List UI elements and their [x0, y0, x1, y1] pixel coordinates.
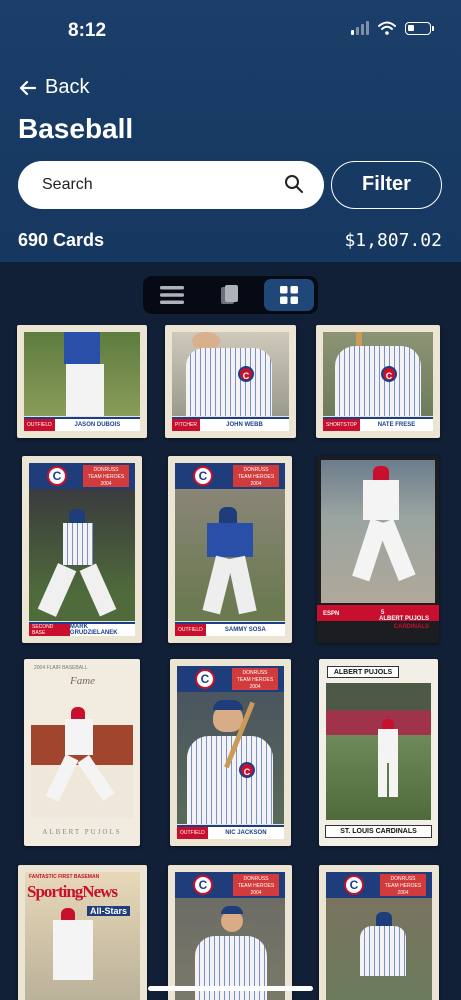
- card-name-bar: OUTFIELD SAMMY SOSA: [175, 622, 285, 636]
- card-position: SHORTSTOP: [323, 419, 360, 431]
- card-count: 690 Cards: [18, 230, 105, 250]
- card-brand: ESPN: [323, 611, 340, 617]
- card-photo: [31, 685, 133, 818]
- card-brand: DONRUSS: [243, 467, 269, 473]
- card-player-name: ALBERT PUJOLS: [378, 616, 429, 622]
- card-photo: [326, 898, 432, 1000]
- card-position: OUTFIELD: [175, 624, 206, 636]
- grid-view-button[interactable]: [264, 279, 314, 311]
- card-team: ST. LOUIS CARDINALS: [325, 825, 432, 838]
- card-photo: [175, 898, 285, 1000]
- wifi-icon: [378, 21, 396, 35]
- card-name-bar: PITCHER JOHN WEBB: [172, 417, 289, 431]
- card-tile[interactable]: C SHORTSTOP NATE FRESE: [316, 325, 440, 438]
- status-icons: [351, 21, 434, 35]
- card-banner: C DONRUSS TEAM HEROES 2004: [29, 463, 135, 489]
- card-position: OUTFIELD: [24, 419, 55, 431]
- card-tile[interactable]: ESPN 5 ALBERT PUJOLS CARDINALS: [317, 456, 439, 643]
- status-time: 8:12: [68, 20, 107, 41]
- search-placeholder: Search: [42, 176, 93, 193]
- card-player-name: ALBERT PUJOLS: [42, 828, 122, 836]
- status-bar: 8:12: [0, 0, 461, 62]
- card-banner: C DONRUSS TEAM HEROES 2004: [175, 872, 285, 898]
- card-top-text: FANTASTIC FIRST BASEMAN: [29, 874, 100, 880]
- card-name-bar: SECOND BASE MARK GRUDZIELANEK: [29, 622, 135, 636]
- card-name-bar: OUTFIELD JASON DUBOIS: [24, 417, 140, 431]
- card-tile[interactable]: OUTFIELD JASON DUBOIS: [17, 325, 147, 438]
- card-sub-brand: TEAM HEROES: [87, 474, 125, 480]
- list-view-button[interactable]: [147, 279, 197, 311]
- card-player-name: JASON DUBOIS: [74, 422, 121, 428]
- card-tile[interactable]: C PITCHER JOHN WEBB: [165, 325, 296, 438]
- card-year: 2004: [250, 481, 262, 487]
- card-photo: [29, 489, 135, 621]
- card-name-bar: OUTFIELD NIC JACKSON: [177, 825, 284, 839]
- card-grid: OUTFIELD JASON DUBOIS C PITCHER JOHN WEB…: [0, 325, 461, 1000]
- view-mode-toggle: [143, 276, 318, 314]
- card-banner: C DONRUSS TEAM HEROES 2004: [177, 666, 284, 692]
- card-photo: C: [177, 692, 284, 824]
- list-icon: [160, 286, 184, 304]
- card-brand: SportingNews: [27, 882, 118, 901]
- card-player-name: SAMMY SOSA: [224, 627, 266, 633]
- card-brand: DONRUSS: [390, 876, 416, 882]
- filter-button[interactable]: Filter: [331, 161, 442, 209]
- card-brand: DONRUSS: [243, 876, 269, 882]
- card-banner: C DONRUSS TEAM HEROES 2004: [326, 872, 432, 898]
- signal-icon: [351, 21, 369, 35]
- card-banner: C DONRUSS TEAM HEROES 2004: [175, 463, 285, 489]
- card-player-name: NATE FRESE: [377, 422, 416, 428]
- card-name-bar: SHORTSTOP NATE FRESE: [323, 417, 433, 431]
- card-team: CARDINALS: [393, 624, 429, 630]
- card-year: 2004: [250, 890, 262, 896]
- collection-total: $1,807.02: [344, 230, 442, 251]
- card-player-name: NIC JACKSON: [225, 830, 267, 836]
- card-year: 2004: [397, 890, 409, 896]
- card-tile[interactable]: FANTASTIC FIRST BASEMAN SportingNews All…: [18, 865, 147, 1000]
- card-sub-brand: TEAM HEROES: [384, 883, 422, 889]
- card-tile[interactable]: C DONRUSS TEAM HEROES 2004 C OUTFIELD NIC …: [170, 659, 291, 846]
- card-photo: [24, 332, 140, 416]
- back-label: Back: [45, 76, 90, 98]
- card-photo: C: [323, 332, 433, 416]
- arrow-left-icon: [19, 80, 37, 95]
- card-player-name: MARK GRUDZIELANEK: [69, 624, 118, 636]
- card-position: PITCHER: [172, 419, 200, 431]
- card-year: 2004: [249, 684, 261, 690]
- card-sub-brand: TEAM HEROES: [237, 474, 275, 480]
- home-indicator[interactable]: [148, 986, 313, 991]
- card-caption: ALBERT PUJOLS CARDINALS: [379, 615, 429, 631]
- card-photo: [321, 460, 435, 603]
- page-title: Baseball: [18, 113, 134, 144]
- back-button[interactable]: Back: [19, 76, 89, 99]
- battery-icon: [405, 21, 434, 35]
- card-sub-brand: TEAM HEROES: [237, 883, 275, 889]
- card-position: SECOND BASE: [29, 624, 70, 636]
- card-sub-brand: All-Stars: [87, 906, 131, 916]
- card-tile[interactable]: C DONRUSS TEAM HEROES 2004 OUTFIELD SAMMY …: [168, 456, 292, 643]
- card-top-text: 2004 FLAIR BASEBALL: [34, 665, 88, 671]
- card-tile[interactable]: C DONRUSS TEAM HEROES 2004: [168, 865, 292, 1000]
- card-brand: DONRUSS: [242, 670, 268, 676]
- grid-icon: [280, 286, 298, 304]
- card-tile[interactable]: C DONRUSS TEAM HEROES 2004: [319, 865, 439, 1000]
- card-sub-brand: TEAM HEROES: [236, 677, 274, 683]
- card-year: 2004: [100, 481, 112, 487]
- card-player-name: JOHN WEBB: [226, 422, 263, 428]
- card-photo: FANTASTIC FIRST BASEMAN SportingNews All…: [25, 872, 140, 1000]
- card-tile[interactable]: ALBERT PUJOLS ST. LOUIS CARDINALS: [319, 659, 438, 846]
- card-player-name: ALBERT PUJOLS: [327, 666, 399, 678]
- cards-icon: [221, 285, 238, 304]
- card-brand: DONRUSS: [93, 467, 119, 473]
- card-position: OUTFIELD: [177, 827, 208, 839]
- card-photo: [326, 683, 431, 820]
- search-input[interactable]: Search: [18, 161, 324, 209]
- card-stack-view-button[interactable]: [205, 279, 255, 311]
- header: 8:12 Back Baseball Search Filter 690 Car…: [0, 0, 461, 262]
- search-icon[interactable]: [284, 174, 304, 194]
- card-photo: [175, 489, 285, 621]
- card-tile[interactable]: C DONRUSS TEAM HEROES 2004 SECOND BASE MAR…: [22, 456, 142, 643]
- card-photo: C: [172, 332, 289, 416]
- card-tile[interactable]: 2004 FLAIR BASEBALL Fame ALBERT PUJOLS: [24, 659, 140, 846]
